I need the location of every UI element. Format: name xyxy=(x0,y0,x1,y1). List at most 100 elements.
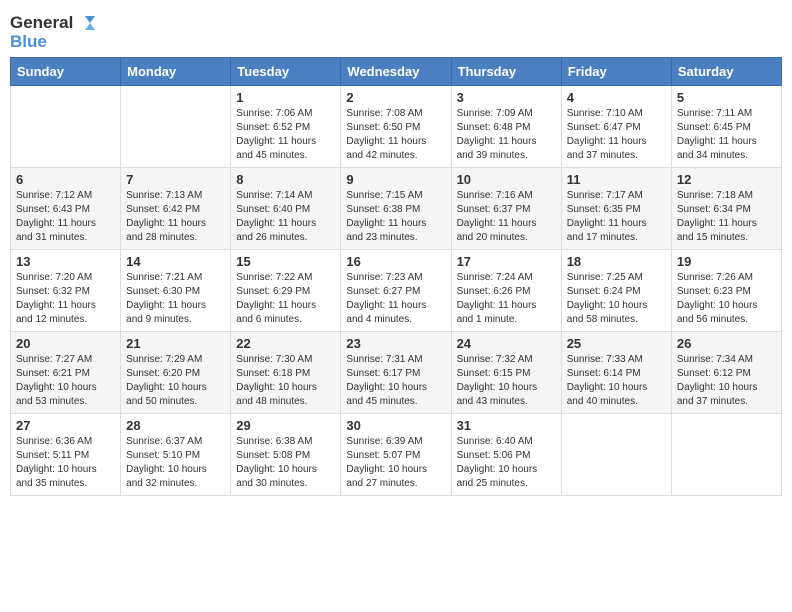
day-info: Sunrise: 7:29 AM Sunset: 6:20 PM Dayligh… xyxy=(126,353,225,409)
day-number: 8 xyxy=(236,172,335,187)
calendar-cell: 10 Sunrise: 7:16 AM Sunset: 6:37 PM Dayli… xyxy=(451,168,561,250)
calendar-cell: 14 Sunrise: 7:21 AM Sunset: 6:30 PM Dayli… xyxy=(121,250,231,332)
day-info: Sunrise: 6:38 AM Sunset: 5:08 PM Dayligh… xyxy=(236,435,335,491)
day-info: Sunrise: 7:15 AM Sunset: 6:38 PM Dayligh… xyxy=(346,189,445,245)
day-of-week-header: Sunday xyxy=(11,58,121,86)
day-number: 2 xyxy=(346,90,445,105)
day-number: 9 xyxy=(346,172,445,187)
day-of-week-header: Wednesday xyxy=(341,58,451,86)
calendar-cell: 17 Sunrise: 7:24 AM Sunset: 6:26 PM Dayli… xyxy=(451,250,561,332)
day-number: 26 xyxy=(677,336,776,351)
day-info: Sunrise: 7:23 AM Sunset: 6:27 PM Dayligh… xyxy=(346,271,445,327)
day-number: 25 xyxy=(567,336,666,351)
day-info: Sunrise: 7:24 AM Sunset: 6:26 PM Dayligh… xyxy=(457,271,556,327)
calendar-cell: 11 Sunrise: 7:17 AM Sunset: 6:35 PM Dayli… xyxy=(561,168,671,250)
day-info: Sunrise: 7:09 AM Sunset: 6:48 PM Dayligh… xyxy=(457,107,556,163)
calendar-cell xyxy=(11,86,121,168)
day-number: 3 xyxy=(457,90,556,105)
day-number: 17 xyxy=(457,254,556,269)
calendar-cell: 1 Sunrise: 7:06 AM Sunset: 6:52 PM Daylig… xyxy=(231,86,341,168)
day-info: Sunrise: 7:27 AM Sunset: 6:21 PM Dayligh… xyxy=(16,353,115,409)
day-info: Sunrise: 7:25 AM Sunset: 6:24 PM Dayligh… xyxy=(567,271,666,327)
calendar-cell: 26Sunrise: 7:34 AM Sunset: 6:12 PM Dayli… xyxy=(671,332,781,414)
page-header: General Blue xyxy=(10,10,782,51)
day-info: Sunrise: 7:08 AM Sunset: 6:50 PM Dayligh… xyxy=(346,107,445,163)
calendar-table: SundayMondayTuesdayWednesdayThursdayFrid… xyxy=(10,57,782,496)
day-info: Sunrise: 7:21 AM Sunset: 6:30 PM Dayligh… xyxy=(126,271,225,327)
day-info: Sunrise: 7:11 AM Sunset: 6:45 PM Dayligh… xyxy=(677,107,776,163)
day-number: 18 xyxy=(567,254,666,269)
day-info: Sunrise: 7:12 AM Sunset: 6:43 PM Dayligh… xyxy=(16,189,115,245)
calendar-cell: 22 Sunrise: 7:30 AM Sunset: 6:18 PM Dayli… xyxy=(231,332,341,414)
logo-general: General xyxy=(10,14,73,33)
day-number: 5 xyxy=(677,90,776,105)
day-number: 27 xyxy=(16,418,115,433)
calendar-cell: 16 Sunrise: 7:23 AM Sunset: 6:27 PM Dayli… xyxy=(341,250,451,332)
calendar-cell: 25 Sunrise: 7:33 AM Sunset: 6:14 PM Dayli… xyxy=(561,332,671,414)
day-number: 31 xyxy=(457,418,556,433)
calendar-cell: 4 Sunrise: 7:10 AM Sunset: 6:47 PM Daylig… xyxy=(561,86,671,168)
day-number: 16 xyxy=(346,254,445,269)
day-info: Sunrise: 7:14 AM Sunset: 6:40 PM Dayligh… xyxy=(236,189,335,245)
day-of-week-header: Tuesday xyxy=(231,58,341,86)
calendar-cell: 19 Sunrise: 7:26 AM Sunset: 6:23 PM Dayli… xyxy=(671,250,781,332)
day-info: Sunrise: 7:26 AM Sunset: 6:23 PM Dayligh… xyxy=(677,271,776,327)
day-number: 4 xyxy=(567,90,666,105)
day-number: 14 xyxy=(126,254,225,269)
day-number: 1 xyxy=(236,90,335,105)
calendar-cell: 8 Sunrise: 7:14 AM Sunset: 6:40 PM Daylig… xyxy=(231,168,341,250)
calendar-week-row: 1 Sunrise: 7:06 AM Sunset: 6:52 PM Daylig… xyxy=(11,86,782,168)
calendar-cell: 20Sunrise: 7:27 AM Sunset: 6:21 PM Dayli… xyxy=(11,332,121,414)
day-info: Sunrise: 7:06 AM Sunset: 6:52 PM Dayligh… xyxy=(236,107,335,163)
day-of-week-header: Thursday xyxy=(451,58,561,86)
day-info: Sunrise: 7:17 AM Sunset: 6:35 PM Dayligh… xyxy=(567,189,666,245)
calendar-cell xyxy=(121,86,231,168)
calendar-cell: 30Sunrise: 6:39 AM Sunset: 5:07 PM Dayli… xyxy=(341,414,451,496)
day-number: 19 xyxy=(677,254,776,269)
calendar-cell: 6 Sunrise: 7:12 AM Sunset: 6:43 PM Daylig… xyxy=(11,168,121,250)
day-number: 21 xyxy=(126,336,225,351)
day-info: Sunrise: 7:31 AM Sunset: 6:17 PM Dayligh… xyxy=(346,353,445,409)
calendar-cell: 2 Sunrise: 7:08 AM Sunset: 6:50 PM Daylig… xyxy=(341,86,451,168)
calendar-cell: 15 Sunrise: 7:22 AM Sunset: 6:29 PM Dayli… xyxy=(231,250,341,332)
day-number: 12 xyxy=(677,172,776,187)
day-number: 7 xyxy=(126,172,225,187)
day-number: 10 xyxy=(457,172,556,187)
day-number: 22 xyxy=(236,336,335,351)
day-number: 23 xyxy=(346,336,445,351)
day-number: 28 xyxy=(126,418,225,433)
day-info: Sunrise: 7:10 AM Sunset: 6:47 PM Dayligh… xyxy=(567,107,666,163)
calendar-cell: 24 Sunrise: 7:32 AM Sunset: 6:15 PM Dayli… xyxy=(451,332,561,414)
calendar-week-row: 13Sunrise: 7:20 AM Sunset: 6:32 PM Dayli… xyxy=(11,250,782,332)
day-number: 6 xyxy=(16,172,115,187)
logo-bird-icon xyxy=(75,16,95,30)
day-info: Sunrise: 7:32 AM Sunset: 6:15 PM Dayligh… xyxy=(457,353,556,409)
calendar-cell: 13Sunrise: 7:20 AM Sunset: 6:32 PM Dayli… xyxy=(11,250,121,332)
day-number: 15 xyxy=(236,254,335,269)
calendar-cell: 7Sunrise: 7:13 AM Sunset: 6:42 PM Daylig… xyxy=(121,168,231,250)
day-number: 13 xyxy=(16,254,115,269)
calendar-cell: 27 Sunrise: 6:36 AM Sunset: 5:11 PM Dayli… xyxy=(11,414,121,496)
calendar-cell: 3 Sunrise: 7:09 AM Sunset: 6:48 PM Daylig… xyxy=(451,86,561,168)
logo: General Blue xyxy=(10,14,95,51)
calendar-cell: 12 Sunrise: 7:18 AM Sunset: 6:34 PM Dayli… xyxy=(671,168,781,250)
day-number: 11 xyxy=(567,172,666,187)
calendar-cell xyxy=(561,414,671,496)
day-of-week-header: Friday xyxy=(561,58,671,86)
logo-blue: Blue xyxy=(10,33,95,52)
day-number: 24 xyxy=(457,336,556,351)
day-info: Sunrise: 7:18 AM Sunset: 6:34 PM Dayligh… xyxy=(677,189,776,245)
calendar-cell: 29 Sunrise: 6:38 AM Sunset: 5:08 PM Dayli… xyxy=(231,414,341,496)
calendar-cell: 31Sunrise: 6:40 AM Sunset: 5:06 PM Dayli… xyxy=(451,414,561,496)
day-of-week-header: Monday xyxy=(121,58,231,86)
calendar-cell: 5 Sunrise: 7:11 AM Sunset: 6:45 PM Daylig… xyxy=(671,86,781,168)
day-info: Sunrise: 7:16 AM Sunset: 6:37 PM Dayligh… xyxy=(457,189,556,245)
calendar-cell: 28Sunrise: 6:37 AM Sunset: 5:10 PM Dayli… xyxy=(121,414,231,496)
day-info: Sunrise: 7:33 AM Sunset: 6:14 PM Dayligh… xyxy=(567,353,666,409)
calendar-week-row: 6 Sunrise: 7:12 AM Sunset: 6:43 PM Daylig… xyxy=(11,168,782,250)
day-info: Sunrise: 7:22 AM Sunset: 6:29 PM Dayligh… xyxy=(236,271,335,327)
day-number: 29 xyxy=(236,418,335,433)
calendar-cell xyxy=(671,414,781,496)
day-info: Sunrise: 6:36 AM Sunset: 5:11 PM Dayligh… xyxy=(16,435,115,491)
day-info: Sunrise: 7:30 AM Sunset: 6:18 PM Dayligh… xyxy=(236,353,335,409)
